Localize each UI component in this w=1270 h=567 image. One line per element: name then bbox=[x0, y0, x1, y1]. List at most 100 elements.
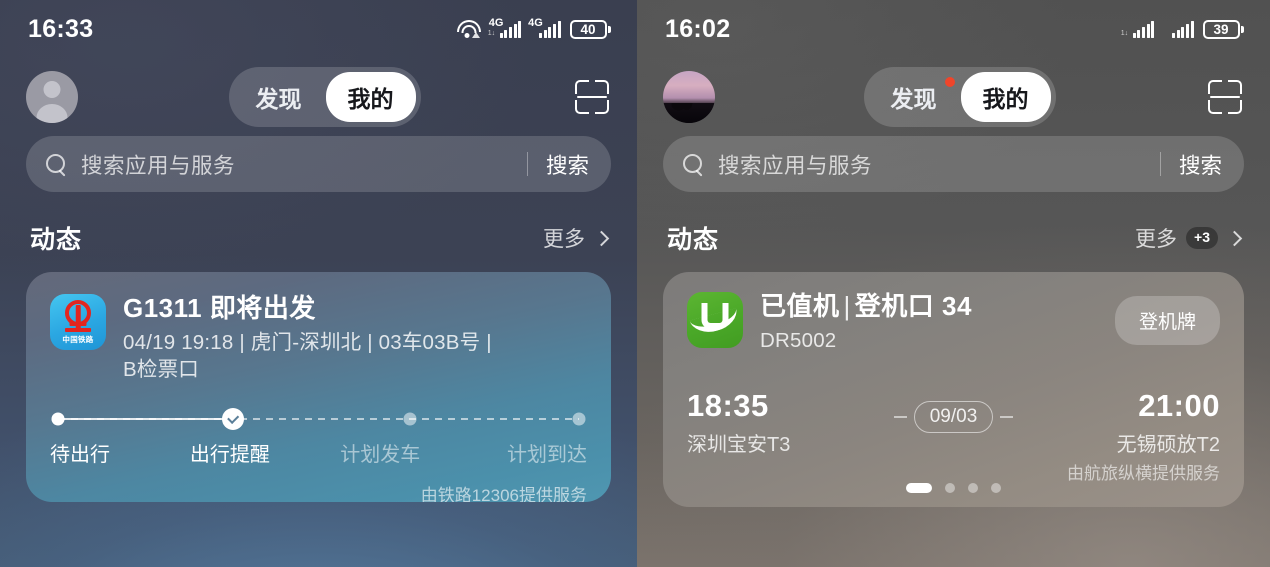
tab-mine[interactable]: 我的 bbox=[960, 72, 1051, 122]
signal-bars-2 bbox=[1172, 20, 1194, 38]
departure-block: 18:35 深圳宝安T3 bbox=[687, 388, 790, 457]
search-button[interactable]: 搜索 bbox=[546, 149, 589, 180]
phone-screen-right: 16:02 1↓ 39 发现 我的 搜索应用与服务 搜索 动态 更多 +3 已值… bbox=[637, 0, 1270, 567]
status-bar-left: 16:33 4G 1↓ 4G 40 bbox=[0, 0, 637, 58]
train-trip-card[interactable]: 中国铁路 G1311 即将出发 04/19 19:18 | 虎门-深圳北 | 0… bbox=[26, 272, 611, 502]
trip-progress-bar bbox=[50, 407, 587, 430]
train-card-subtitle-line1: 04/19 19:18 | 虎门-深圳北 | 03车03B号 | bbox=[123, 330, 492, 354]
trip-progress-labels: 待出行 出行提醒 计划发车 计划到达 bbox=[50, 438, 587, 467]
scan-icon[interactable] bbox=[1204, 76, 1246, 118]
search-section-right: 搜索应用与服务 搜索 bbox=[637, 136, 1270, 192]
arrival-time: 21:00 bbox=[1138, 387, 1220, 423]
tab-discover[interactable]: 发现 bbox=[234, 72, 324, 122]
battery-level-text: 40 bbox=[569, 19, 607, 39]
train-card-subtitle-line2: B检票口 bbox=[123, 357, 199, 381]
search-bar[interactable]: 搜索应用与服务 搜索 bbox=[26, 136, 611, 192]
search-divider bbox=[526, 152, 528, 176]
phone-screen-left: 16:33 4G 1↓ 4G 40 发现 我的 搜索应用与服务 搜索 动态 更多… bbox=[0, 0, 637, 567]
flight-card-provider: 由航旅纵横提供服务 bbox=[1067, 463, 1220, 483]
checkin-status: 已值机 bbox=[760, 291, 840, 321]
segmented-tabs: 发现 我的 bbox=[228, 67, 421, 127]
signal-bars-1 bbox=[1132, 20, 1155, 38]
signal-icon-sim1: 4G 1↓ bbox=[487, 16, 522, 38]
status-clock: 16:33 bbox=[28, 14, 94, 43]
umetrip-icon bbox=[687, 292, 743, 348]
departure-time: 18:35 bbox=[687, 387, 769, 423]
more-button[interactable]: 更多 +3 bbox=[1135, 223, 1243, 253]
progress-track-filled bbox=[58, 417, 236, 421]
search-bar[interactable]: 搜索应用与服务 搜索 bbox=[663, 136, 1244, 192]
search-icon bbox=[683, 153, 704, 175]
pager-dot-2[interactable] bbox=[945, 483, 955, 493]
network-type-label-2: 4G bbox=[528, 16, 543, 29]
progress-node-4 bbox=[572, 412, 586, 426]
tab-discover[interactable]: 发现 bbox=[869, 72, 959, 122]
progress-node-3 bbox=[403, 412, 417, 426]
flight-card-title: 已值机 | 登机口 34 bbox=[760, 291, 972, 322]
more-count-badge: +3 bbox=[1186, 227, 1218, 249]
battery-tip bbox=[608, 25, 611, 33]
section-header-dynamic-left: 动态 更多 bbox=[0, 192, 637, 272]
scan-icon[interactable] bbox=[571, 76, 613, 118]
flight-date: 09/03 bbox=[913, 400, 994, 433]
train-card-header: 中国铁路 G1311 即将出发 04/19 19:18 | 虎门-深圳北 | 0… bbox=[50, 293, 587, 383]
battery-tip bbox=[1241, 25, 1244, 33]
flight-card-header: 已值机 | 登机口 34 DR5002 登机牌 bbox=[687, 291, 1220, 354]
top-nav-right: 发现 我的 bbox=[637, 58, 1270, 136]
avatar[interactable] bbox=[663, 71, 715, 123]
train-card-provider: 由铁路12306提供服务 bbox=[420, 485, 587, 502]
signal-icon-sim1: 1↓ bbox=[1121, 20, 1155, 38]
more-label: 更多 bbox=[1135, 228, 1178, 251]
segmented-tabs: 发现 我的 bbox=[863, 67, 1056, 127]
progress-node-1 bbox=[51, 412, 65, 426]
progress-label-1: 待出行 bbox=[50, 443, 110, 466]
flight-trip-card[interactable]: 已值机 | 登机口 34 DR5002 登机牌 18:35 深圳宝安T3 09/03 bbox=[663, 272, 1244, 507]
tab-discover-label: 发现 bbox=[890, 86, 937, 112]
top-nav-left: 发现 我的 bbox=[0, 58, 637, 136]
search-divider bbox=[1159, 152, 1161, 176]
network-type-label-1: 4G bbox=[488, 16, 504, 29]
flight-times-row: 18:35 深圳宝安T3 09/03 21:00 无锡硕放T2 bbox=[687, 388, 1220, 457]
flight-card-text: 已值机 | 登机口 34 DR5002 bbox=[760, 291, 972, 354]
tab-mine[interactable]: 我的 bbox=[325, 72, 416, 122]
wifi-icon bbox=[457, 19, 482, 39]
more-label: 更多 bbox=[543, 228, 585, 251]
progress-label-3: 计划发车 bbox=[340, 443, 421, 466]
chevron-right-icon bbox=[1226, 230, 1243, 246]
search-input[interactable]: 搜索应用与服务 bbox=[718, 149, 1160, 180]
avatar[interactable] bbox=[26, 71, 78, 123]
section-header-dynamic-right: 动态 更多 +3 bbox=[637, 192, 1270, 272]
pager-dot-3[interactable] bbox=[968, 483, 978, 493]
more-button[interactable]: 更多 bbox=[543, 223, 610, 253]
sim-indicator-1: 1↓ bbox=[487, 29, 496, 37]
arrival-block: 21:00 无锡硕放T2 bbox=[1117, 388, 1220, 457]
battery-level-text: 39 bbox=[1202, 19, 1240, 39]
title-separator: | bbox=[843, 291, 851, 321]
search-icon bbox=[46, 153, 67, 175]
card-pager[interactable] bbox=[663, 483, 1244, 493]
railway-emblem bbox=[62, 300, 94, 332]
pager-dot-4[interactable] bbox=[991, 483, 1001, 493]
railway-icon-label: 中国铁路 bbox=[62, 335, 94, 344]
flight-number: DR5002 bbox=[760, 328, 837, 352]
date-tick-right bbox=[1000, 416, 1014, 418]
section-title: 动态 bbox=[667, 226, 720, 254]
china-railway-icon: 中国铁路 bbox=[50, 294, 106, 350]
progress-node-2-current bbox=[221, 407, 244, 430]
boarding-pass-button[interactable]: 登机牌 bbox=[1114, 296, 1220, 345]
gate-label: 登机口 34 bbox=[854, 291, 972, 321]
train-card-text: G1311 即将出发 04/19 19:18 | 虎门-深圳北 | 03车03B… bbox=[123, 293, 492, 383]
status-bar-right: 16:02 1↓ 39 bbox=[637, 0, 1270, 58]
status-clock: 16:02 bbox=[665, 14, 731, 43]
search-section-left: 搜索应用与服务 搜索 bbox=[0, 136, 637, 192]
check-icon bbox=[221, 407, 244, 430]
search-input[interactable]: 搜索应用与服务 bbox=[81, 149, 527, 180]
search-button[interactable]: 搜索 bbox=[1179, 149, 1222, 180]
departure-airport: 深圳宝安T3 bbox=[687, 433, 791, 456]
signal-icon-sim2: 4G bbox=[528, 16, 561, 38]
card-area-left: 中国铁路 G1311 即将出发 04/19 19:18 | 虎门-深圳北 | 0… bbox=[0, 272, 637, 502]
battery-icon: 40 bbox=[569, 19, 611, 39]
pager-dot-1[interactable] bbox=[906, 483, 932, 493]
chevron-right-icon bbox=[593, 230, 610, 246]
status-icon-group: 4G 1↓ 4G 40 bbox=[457, 16, 611, 39]
